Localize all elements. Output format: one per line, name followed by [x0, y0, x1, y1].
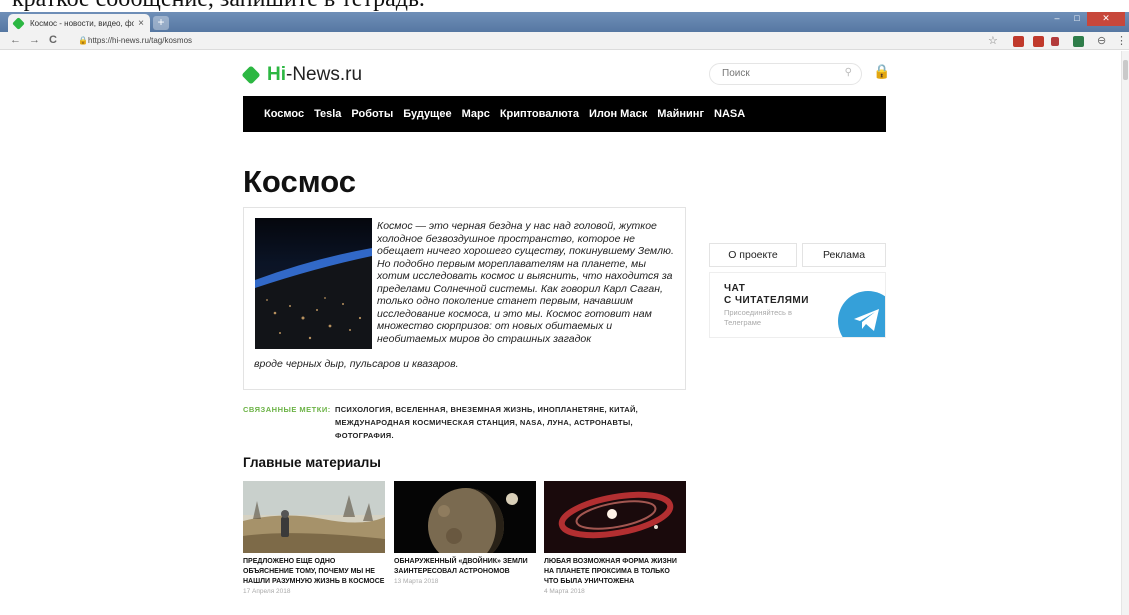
extension-icon-1[interactable] [1013, 36, 1024, 47]
search-input[interactable] [722, 68, 832, 79]
profile-icon[interactable]: ⊖ [1097, 34, 1106, 47]
menu-dots-icon[interactable]: ⋮ [1116, 34, 1127, 47]
chat-title: ЧАТ С ЧИТАТЕЛЯМИ [724, 283, 809, 306]
advertising-button[interactable]: Реклама [802, 243, 886, 267]
page-scrollbar[interactable] [1121, 51, 1129, 615]
sidebar-buttons: О проекте Реклама [709, 243, 886, 267]
search-box[interactable]: ⚲ [709, 63, 862, 85]
extension-icon-2[interactable] [1033, 36, 1044, 47]
category-intro: Космос — это черная бездна у нас над гол… [243, 207, 686, 390]
menu-item-nasa[interactable]: NASA [714, 108, 745, 120]
address-bar: ← → C 🔒 https://hi-news.ru/tag/kosmos ☆ … [0, 32, 1129, 50]
article-date: 13 Марта 2018 [394, 578, 439, 585]
telegram-chat-banner[interactable]: ЧАТ С ЧИТАТЕЛЯМИ Присоединяйтесь в Телег… [709, 272, 886, 338]
tab-close-button[interactable]: × [138, 18, 144, 29]
new-tab-button[interactable]: + [153, 16, 169, 30]
about-project-button[interactable]: О проекте [709, 243, 797, 267]
extension-icon-3[interactable] [1051, 37, 1059, 46]
tab-title: Космос - новости, видео, фото [30, 18, 135, 28]
article-card[interactable]: Обнаруженный «двойник» Земли заинтересов… [394, 481, 536, 585]
window-controls: – □ ✕ [1047, 12, 1125, 26]
tags-label: СВЯЗАННЫЕ МЕТКИ: [243, 405, 331, 414]
logo-cube-icon [241, 65, 261, 85]
account-lock-icon[interactable]: 🔒 [873, 63, 890, 80]
browser-titlebar: Космос - новости, видео, фото × + – □ ✕ [0, 12, 1129, 32]
site-favicon-icon [12, 16, 25, 30]
reload-button[interactable]: C [49, 34, 57, 46]
menu-item-mars[interactable]: Марс [462, 108, 490, 120]
logo-text: Hi-News.ru [267, 64, 363, 85]
bookmark-star-icon[interactable]: ☆ [988, 34, 998, 47]
page-title: Космос [243, 164, 356, 199]
document-text-fragment: краткое сообщение, запишите в тетрадь. [0, 0, 1129, 12]
browser-tab[interactable]: Космос - новости, видео, фото × [8, 14, 150, 32]
article-date: 4 Марта 2018 [544, 588, 585, 595]
article-title[interactable]: Предложено еще одно объяснение тому, поч… [243, 557, 385, 587]
back-button[interactable]: ← [10, 34, 21, 46]
maximize-button[interactable]: □ [1067, 12, 1087, 26]
forward-button[interactable]: → [29, 34, 40, 46]
url-field[interactable]: https://hi-news.ru/tag/kosmos [88, 36, 192, 45]
secure-lock-icon: 🔒 [78, 36, 88, 45]
minimize-button[interactable]: – [1047, 12, 1067, 26]
menu-item-mining[interactable]: Майнинг [657, 108, 704, 120]
article-title[interactable]: Обнаруженный «двойник» Земли заинтересов… [394, 557, 536, 577]
proxima-ring-image [544, 481, 686, 553]
site-logo[interactable]: Hi-News.ru [241, 64, 363, 86]
intro-text: Космос — это черная бездна у нас над гол… [377, 220, 674, 345]
extension-icon-4[interactable] [1073, 36, 1084, 47]
earth-from-space-image [255, 218, 372, 349]
menu-item-crypto[interactable]: Криптовалюта [500, 108, 579, 120]
menu-item-musk[interactable]: Илон Маск [589, 108, 647, 120]
close-window-button[interactable]: ✕ [1087, 12, 1125, 26]
menu-item-tesla[interactable]: Tesla [314, 108, 341, 120]
menu-item-kosmos[interactable]: Космос [264, 108, 304, 120]
telegram-plane-icon [854, 309, 879, 331]
search-icon[interactable]: ⚲ [845, 67, 852, 78]
article-card[interactable]: Любая возможная форма жизни на планете П… [544, 481, 686, 595]
main-menu: Космос Tesla Роботы Будущее Марс Криптов… [243, 96, 886, 132]
article-date: 17 Апреля 2018 [243, 588, 291, 595]
tags-list[interactable]: ПСИХОЛОГИЯ, ВСЕЛЕННАЯ, ВНЕЗЕМНАЯ ЖИЗНЬ, … [335, 403, 665, 442]
article-card[interactable]: Предложено еще одно объяснение тому, поч… [243, 481, 385, 595]
menu-item-robots[interactable]: Роботы [351, 108, 393, 120]
chat-subtitle: Присоединяйтесь в Телеграме [724, 308, 792, 327]
scrollbar-thumb[interactable] [1123, 60, 1128, 80]
intro-text-tail: вроде черных дыр, пульсаров и квазаров. [254, 358, 459, 370]
document-text: краткое сообщение, запишите в тетрадь. [12, 0, 425, 12]
astronaut-image [243, 481, 385, 553]
section-title: Главные материалы [243, 455, 381, 470]
menu-item-future[interactable]: Будущее [403, 108, 451, 120]
exoplanet-image [394, 481, 536, 553]
article-title[interactable]: Любая возможная форма жизни на планете П… [544, 557, 686, 587]
